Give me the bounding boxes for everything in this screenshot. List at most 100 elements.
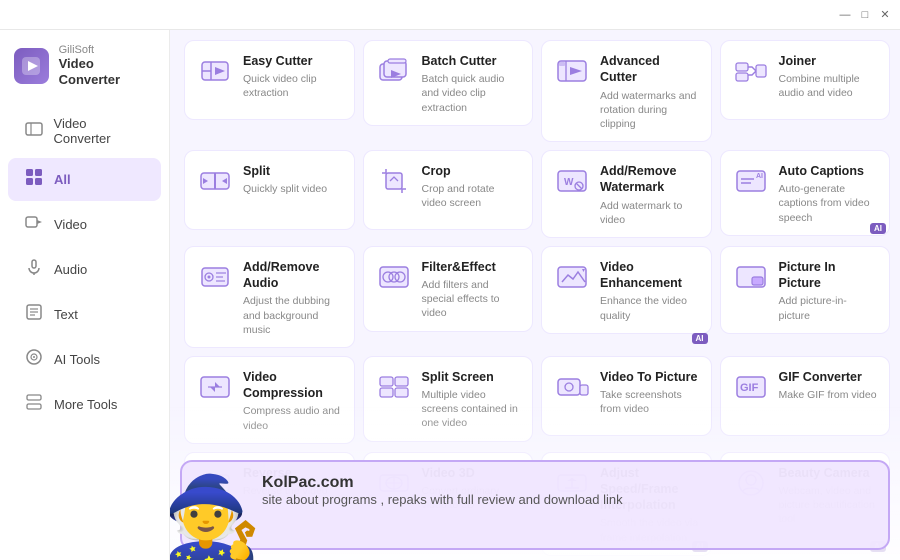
tool-icon-video-3d [376, 465, 412, 501]
tool-card-wrapper-batch-cutter: Batch Cutter Batch quick audio and video … [363, 40, 534, 142]
tool-card-split-screen[interactable]: Split ScreenMultiple video screens conta… [363, 356, 534, 442]
tool-icon-split [197, 163, 233, 199]
tool-info-video-to-picture: Video To PictureTake screenshots from vi… [600, 369, 699, 417]
tool-card-video-compression[interactable]: Video CompressionCompress audio and vide… [184, 356, 355, 444]
sidebar-item-text[interactable]: Text [8, 293, 161, 336]
tool-desc-crop: Crop and rotate video screen [422, 182, 521, 210]
tool-title-filter-effect: Filter&Effect [422, 259, 521, 275]
audio-icon [24, 258, 44, 281]
sidebar-nav: Video Converter All [0, 101, 169, 431]
tool-card-auto-captions[interactable]: AI Auto CaptionsAuto-generate captions f… [720, 150, 891, 236]
tool-icon-batch-cutter [376, 53, 412, 89]
tool-desc-advanced-cutter: Add watermarks and rotation during clipp… [600, 89, 699, 132]
tool-card-wrapper-crop: Crop Crop and rotate video screen [363, 150, 534, 238]
window-controls: — □ ✕ [838, 8, 892, 22]
tool-desc-add-remove-audio: Adjust the dubbing and background music [243, 294, 342, 337]
tool-card-wrapper-joiner: JoinerCombine multiple audio and video [720, 40, 891, 142]
tool-title-video-to-picture: Video To Picture [600, 369, 699, 385]
logo-text: GiliSoft Video Converter [59, 44, 155, 87]
tool-title-crop: Crop [422, 163, 521, 179]
text-icon [24, 303, 44, 326]
tool-card-wrapper-split: SplitQuickly split video [184, 150, 355, 238]
tool-icon-crop [376, 163, 412, 199]
tool-card-wrapper-video-3d: Video 3DConvert ordinary video to 3D [363, 452, 534, 556]
tool-info-video-enhancement: Video EnhancementEnhance the video quali… [600, 259, 699, 323]
tool-card-joiner[interactable]: JoinerCombine multiple audio and video [720, 40, 891, 120]
tool-card-easy-cutter[interactable]: Easy Cutter Quick video clip extraction [184, 40, 355, 120]
video-converter-icon [24, 120, 44, 143]
brand-name: GiliSoft [59, 44, 155, 56]
tool-card-adjust-speed[interactable]: Adjust Speed/Frame InterpolationSmooth t… [541, 452, 712, 556]
tools-grid-container[interactable]: Easy Cutter Quick video clip extraction B… [170, 30, 900, 560]
tool-info-auto-captions: Auto CaptionsAuto-generate captions from… [779, 163, 878, 225]
tool-card-add-remove-watermark[interactable]: W Add/Remove WatermarkAdd watermark to v… [541, 150, 712, 238]
tool-desc-adjust-speed: Smooth the video via frame interpolation [600, 516, 699, 544]
sidebar-item-audio[interactable]: Audio [8, 248, 161, 291]
tool-title-adjust-speed: Adjust Speed/Frame Interpolation [600, 465, 699, 514]
tool-icon-add-remove-audio [197, 259, 233, 295]
title-bar: — □ ✕ [0, 0, 900, 30]
tool-title-batch-cutter: Batch Cutter [422, 53, 521, 69]
tool-info-video-compression: Video CompressionCompress audio and vide… [243, 369, 342, 433]
tool-card-video-to-picture[interactable]: Video To PictureTake screenshots from vi… [541, 356, 712, 436]
tool-desc-split-screen: Multiple video screens contained in one … [422, 388, 521, 431]
tool-card-video-enhancement[interactable]: Video EnhancementEnhance the video quali… [541, 246, 712, 334]
tool-info-split: SplitQuickly split video [243, 163, 342, 196]
tool-desc-easy-cutter: Quick video clip extraction [243, 72, 342, 100]
close-button[interactable]: ✕ [878, 8, 892, 22]
tool-card-split[interactable]: SplitQuickly split video [184, 150, 355, 230]
tool-desc-picture-in-picture: Add picture-in-picture [779, 294, 878, 322]
tool-card-wrapper-split-screen: Split ScreenMultiple video screens conta… [363, 356, 534, 444]
sidebar-label-text: Text [54, 307, 78, 322]
tool-card-picture-in-picture[interactable]: Picture In PictureAdd picture-in-picture [720, 246, 891, 334]
ai-badge-auto-captions: AI [870, 223, 886, 234]
tool-card-add-remove-audio[interactable]: Add/Remove AudioAdjust the dubbing and b… [184, 246, 355, 348]
tool-desc-batch-cutter: Batch quick audio and video clip extract… [422, 72, 521, 115]
tool-title-gif-converter: GIF Converter [779, 369, 878, 385]
tool-card-wrapper-beauty-camera: Beauty CameraWebcam, video and picture b… [720, 452, 891, 556]
tool-title-auto-captions: Auto Captions [779, 163, 878, 179]
tool-card-reverse[interactable]: ReverseReverse the video [184, 452, 355, 532]
tool-card-batch-cutter[interactable]: Batch Cutter Batch quick audio and video … [363, 40, 534, 126]
tool-card-beauty-camera[interactable]: Beauty CameraWebcam, video and picture b… [720, 452, 891, 538]
tool-card-filter-effect[interactable]: Filter&EffectAdd filters and special eff… [363, 246, 534, 332]
maximize-button[interactable]: □ [858, 8, 872, 22]
tool-card-wrapper-filter-effect: Filter&EffectAdd filters and special eff… [363, 246, 534, 348]
sidebar-item-all[interactable]: All [8, 158, 161, 201]
sidebar-item-video[interactable]: Video [8, 203, 161, 246]
sidebar-label-audio: Audio [54, 262, 87, 277]
sidebar-label-video: Video [54, 217, 87, 232]
tool-info-gif-converter: GIF ConverterMake GIF from video [779, 369, 878, 402]
tool-title-easy-cutter: Easy Cutter [243, 53, 342, 69]
tool-icon-split-screen [376, 369, 412, 405]
video-icon [24, 213, 44, 236]
tool-icon-adjust-speed [554, 465, 590, 501]
sidebar-item-more-tools[interactable]: More Tools [8, 383, 161, 426]
more-tools-icon [24, 393, 44, 416]
app-layout: GiliSoft Video Converter Video Converter [0, 30, 900, 560]
tool-card-wrapper-adjust-speed: Adjust Speed/Frame InterpolationSmooth t… [541, 452, 712, 556]
tool-info-reverse: ReverseReverse the video [243, 465, 342, 498]
tool-card-wrapper-video-to-picture: Video To PictureTake screenshots from vi… [541, 356, 712, 444]
tool-title-split: Split [243, 163, 342, 179]
tool-info-filter-effect: Filter&EffectAdd filters and special eff… [422, 259, 521, 321]
tool-desc-beauty-camera: Webcam, video and picture beautification… [779, 484, 878, 527]
tool-desc-add-remove-watermark: Add watermark to video [600, 199, 699, 227]
sidebar-label-all: All [54, 172, 71, 187]
tool-info-adjust-speed: Adjust Speed/Frame InterpolationSmooth t… [600, 465, 699, 545]
tool-card-gif-converter[interactable]: GIF GIF ConverterMake GIF from video [720, 356, 891, 436]
tool-icon-gif-converter: GIF [733, 369, 769, 405]
tool-card-wrapper-add-remove-audio: Add/Remove AudioAdjust the dubbing and b… [184, 246, 355, 348]
sidebar-item-video-converter[interactable]: Video Converter [8, 106, 161, 156]
tool-card-crop[interactable]: Crop Crop and rotate video screen [363, 150, 534, 230]
minimize-button[interactable]: — [838, 8, 852, 22]
tool-icon-picture-in-picture [733, 259, 769, 295]
tool-card-wrapper-gif-converter: GIF GIF ConverterMake GIF from video [720, 356, 891, 444]
sidebar-item-ai-tools[interactable]: AI Tools [8, 338, 161, 381]
tool-icon-video-to-picture [554, 369, 590, 405]
tool-card-advanced-cutter[interactable]: Advanced CutterAdd watermarks and rotati… [541, 40, 712, 142]
tool-title-advanced-cutter: Advanced Cutter [600, 53, 699, 86]
tool-card-video-3d[interactable]: Video 3DConvert ordinary video to 3D [363, 452, 534, 532]
tool-icon-reverse [197, 465, 233, 501]
tool-info-batch-cutter: Batch Cutter Batch quick audio and video … [422, 53, 521, 115]
